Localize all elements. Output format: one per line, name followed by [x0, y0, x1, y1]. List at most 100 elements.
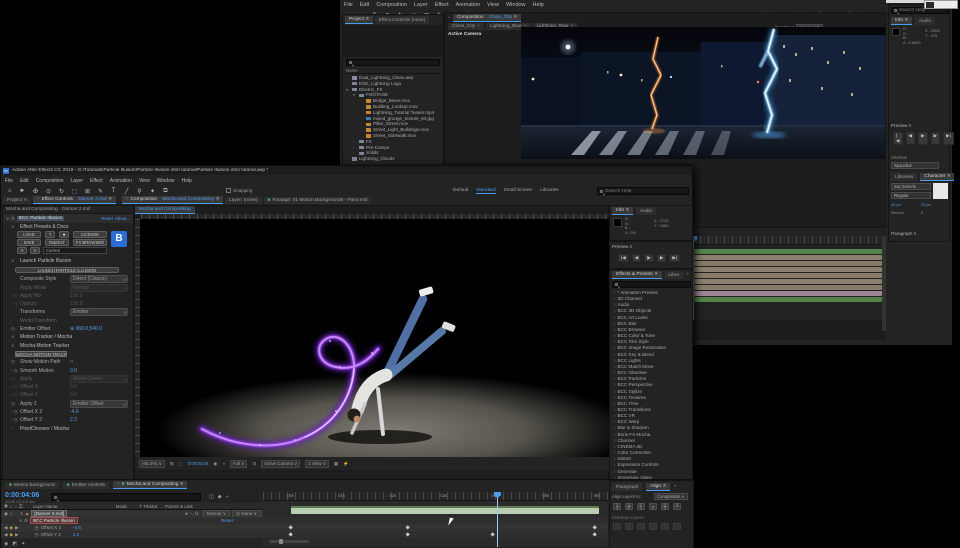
tab-info[interactable]: Info ≡	[891, 17, 912, 25]
align-button[interactable]: ├	[613, 503, 621, 510]
param-icon[interactable]: ◷	[11, 359, 20, 365]
param-icon[interactable]: ›	[11, 318, 20, 323]
search-help-box[interactable]: Search Help	[597, 187, 689, 195]
align-button[interactable]: ┼	[625, 503, 633, 510]
param-value[interactable]: 2.2	[70, 417, 130, 423]
snapping-checkbox[interactable]	[226, 188, 231, 193]
draft3d-icon[interactable]: ◆	[218, 494, 222, 500]
transport-button[interactable]: ▶	[644, 254, 654, 262]
zoom-slider-handle[interactable]	[279, 539, 283, 544]
tab-effects-presets[interactable]: Effects & Presets ≡	[612, 271, 662, 279]
transport-button[interactable]: ◀	[906, 132, 916, 145]
tab-project[interactable]: Project ≡	[345, 16, 373, 24]
preset-next-button[interactable]: V	[30, 247, 40, 254]
tab-mocha-compositing[interactable]: × ■ Mocha and Compositing ≡	[113, 481, 187, 489]
tool-icon[interactable]: ✦	[148, 187, 157, 196]
menu-item[interactable]: Composition	[36, 178, 64, 184]
resolution-dropdown[interactable]: Full ∨	[230, 460, 248, 468]
transport-button[interactable]: ▶	[657, 254, 667, 262]
timeline-search[interactable]	[51, 493, 201, 501]
bg-timeline-scrollbar[interactable]	[882, 236, 886, 331]
effect-param-row[interactable]: › ◷ Offset Y 2 2.2	[3, 416, 133, 424]
col-mode[interactable]: Mode	[116, 504, 128, 509]
param-icon[interactable]: › ◷	[11, 409, 20, 415]
distribute-button[interactable]: ┤	[637, 523, 645, 530]
tab-libraries[interactable]: Libra	[665, 271, 684, 279]
panel-menu-icon[interactable]: ≡	[514, 15, 517, 20]
project-name-header[interactable]: Name	[346, 68, 440, 74]
param-value[interactable]: World Center	[70, 375, 128, 383]
audio-icon[interactable]: ♪	[10, 511, 12, 516]
fg-titlebar[interactable]: Ae Adobe After Effects CC 2019 - G:\Tuto…	[1, 166, 692, 175]
menu-item[interactable]: Edit	[360, 2, 369, 8]
menu-item[interactable]: Layer	[70, 178, 83, 184]
disclosure-icon[interactable]: ›	[353, 150, 357, 156]
tool-icon[interactable]: ►	[18, 187, 27, 196]
align-button[interactable]: ┴	[673, 503, 681, 510]
menu-item[interactable]: Window	[157, 178, 175, 184]
effects-search[interactable]	[612, 281, 691, 288]
solo-icon[interactable]: ○	[14, 504, 17, 509]
effect-param-row[interactable]: › ◷ Smooth Motion 0.0	[3, 366, 133, 374]
tab-effect-controls[interactable]: Effect Controls (none)	[375, 16, 430, 24]
menu-item[interactable]: Edit	[20, 178, 29, 184]
align-button[interactable]: ┼	[661, 503, 669, 510]
effect-param-row[interactable]: › ◷ Offset X 2 -4.6	[3, 408, 133, 416]
tab-character[interactable]: Character ≡	[920, 173, 954, 181]
menu-item[interactable]: Layer	[414, 2, 428, 8]
close-icon[interactable]: ×	[448, 16, 451, 21]
transport-button[interactable]: ▶	[931, 132, 941, 145]
kf-nav-next-icon[interactable]: ▶	[15, 525, 19, 531]
menu-item[interactable]: File	[344, 2, 353, 8]
layer-switches[interactable]: ● ＼ fx	[185, 511, 199, 517]
shortcut-dropdown[interactable]: Spacebar	[891, 162, 939, 169]
col-layer-name[interactable]: Layer Name	[33, 504, 58, 509]
tab-libraries[interactable]: Libraries	[891, 173, 917, 181]
menu-item[interactable]: Composition	[376, 2, 407, 8]
preset-current-field[interactable]: Current	[43, 247, 107, 254]
param-icon[interactable]: › ◷	[11, 301, 20, 307]
effect-param-row[interactable]: › ◷ Offset Y 0.0	[3, 391, 133, 399]
distribute-button[interactable]: ┴	[673, 523, 681, 530]
tab-project[interactable]: Project ≡	[3, 197, 31, 204]
stopwatch-icon[interactable]: ◷	[35, 532, 39, 538]
font-tracking-field[interactable]: 0	[921, 210, 923, 215]
param-value[interactable]: Normal	[70, 284, 128, 292]
param-icon[interactable]: ∨	[11, 334, 20, 340]
kf-nav-diamond-icon[interactable]: ◆	[10, 525, 14, 531]
param-icon[interactable]: › ◷	[11, 384, 20, 390]
disclosure-icon[interactable]: ▾	[353, 92, 357, 98]
chevron-down-icon[interactable]: ∨	[19, 518, 22, 524]
grid-guides-icon[interactable]: ⊞	[170, 461, 174, 467]
chevron-down-icon[interactable]: ∨	[6, 216, 9, 222]
layer-row-dancer[interactable]: ◉♪ 1 ▲ [Dancer 2.mxf] ● ＼ fx Normal ∨ ◎ …	[1, 510, 263, 517]
distribute-button[interactable]: ┬	[649, 523, 657, 530]
keyframe-diamond[interactable]	[490, 532, 495, 537]
tool-icon[interactable]: ✠	[31, 187, 40, 196]
comp-image-dancer[interactable]	[140, 219, 610, 457]
launch-pi-button[interactable]: LAUNCH PARTICLE ILLUSION	[15, 267, 119, 274]
transport-button[interactable]: ◀	[632, 254, 642, 262]
transport-button[interactable]: ▶|	[943, 132, 954, 145]
col-trkmat[interactable]: T TrkMat	[139, 504, 157, 509]
mask-visibility-icon[interactable]: ⬚	[179, 461, 183, 467]
font-style-dropdown[interactable]: Regular	[891, 192, 931, 199]
menu-item[interactable]: Animation	[110, 178, 132, 184]
param-value[interactable]: ⊕ 960.0,540.0	[70, 326, 130, 332]
panel-overflow-icon[interactable]: »	[686, 271, 689, 279]
param-icon[interactable]: ◷	[11, 376, 20, 382]
distribute-button[interactable]: ├	[613, 523, 621, 530]
tab-info[interactable]: Info ≡	[612, 207, 633, 215]
param-value[interactable]: Emitter	[70, 308, 128, 316]
keyframe-diamond[interactable]	[592, 532, 597, 537]
timeline-reset-link[interactable]: Reset	[221, 518, 233, 523]
effect-param-row[interactable]: › ◷ Apply Mix 100.0	[3, 292, 133, 300]
tab-composition[interactable]: × Composition Mocha and Compositing ≡	[122, 196, 223, 204]
effect-param-row[interactable]: › ◷ Opacity 100.0	[3, 300, 133, 308]
viewer-timecode[interactable]: 0:00:04:06	[188, 461, 209, 466]
font-family-dropdown[interactable]: Sui Generis	[891, 183, 931, 190]
audio-icon[interactable]: ♪	[10, 504, 12, 509]
menu-item[interactable]: File	[5, 178, 13, 184]
project-tree-item[interactable]: Lightning_Clouds	[346, 156, 442, 162]
menu-item[interactable]: Help	[181, 178, 191, 184]
